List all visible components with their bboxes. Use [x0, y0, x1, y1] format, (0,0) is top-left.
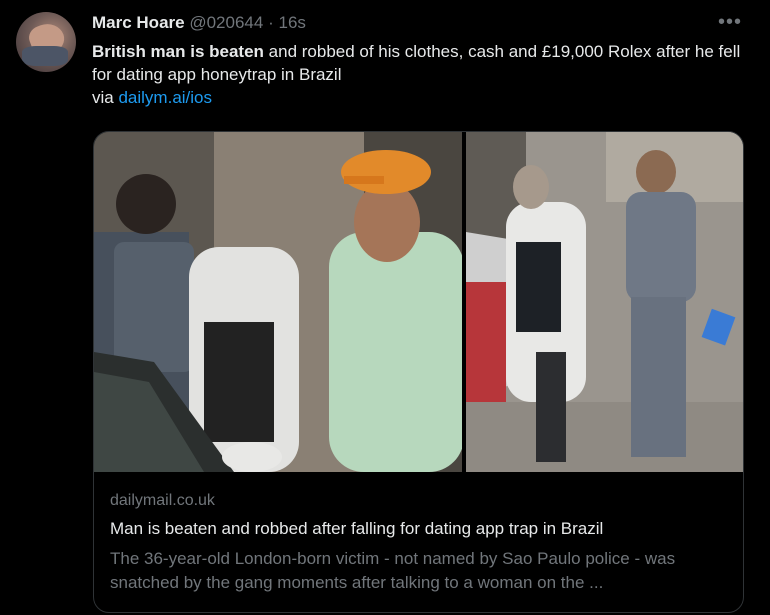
avatar-figure-base — [22, 46, 68, 66]
card-title[interactable]: Man is beaten and robbed after falling f… — [110, 519, 603, 539]
link-card[interactable]: dailymail.co.uk Man is beaten and robbed… — [93, 131, 744, 613]
separator-dot: · — [268, 13, 274, 32]
photo-left-illustration — [94, 132, 462, 472]
tweet-text-bold: British man is beaten — [92, 42, 264, 61]
photo-right — [466, 132, 743, 472]
more-icon[interactable]: ••• — [718, 12, 742, 32]
avatar[interactable] — [16, 12, 76, 72]
card-description: The 36-year-old London-born victim - not… — [110, 549, 676, 592]
photo-left — [94, 132, 462, 472]
tweet-header: Marc Hoare @020644 · 16s — [92, 13, 306, 33]
tweet[interactable]: Marc Hoare @020644 · 16s ••• British man… — [0, 0, 770, 615]
via-label: via — [92, 88, 119, 107]
via-link[interactable]: dailym.ai/ios — [118, 88, 212, 107]
card-media[interactable] — [94, 132, 743, 472]
timestamp[interactable]: 16s — [278, 13, 305, 32]
display-name[interactable]: Marc Hoare — [92, 13, 185, 32]
photo-right-illustration — [466, 132, 743, 472]
card-source: dailymail.co.uk — [110, 492, 215, 509]
tweet-text: British man is beaten and robbed of his … — [92, 40, 742, 109]
user-handle[interactable]: @020644 — [189, 13, 263, 32]
